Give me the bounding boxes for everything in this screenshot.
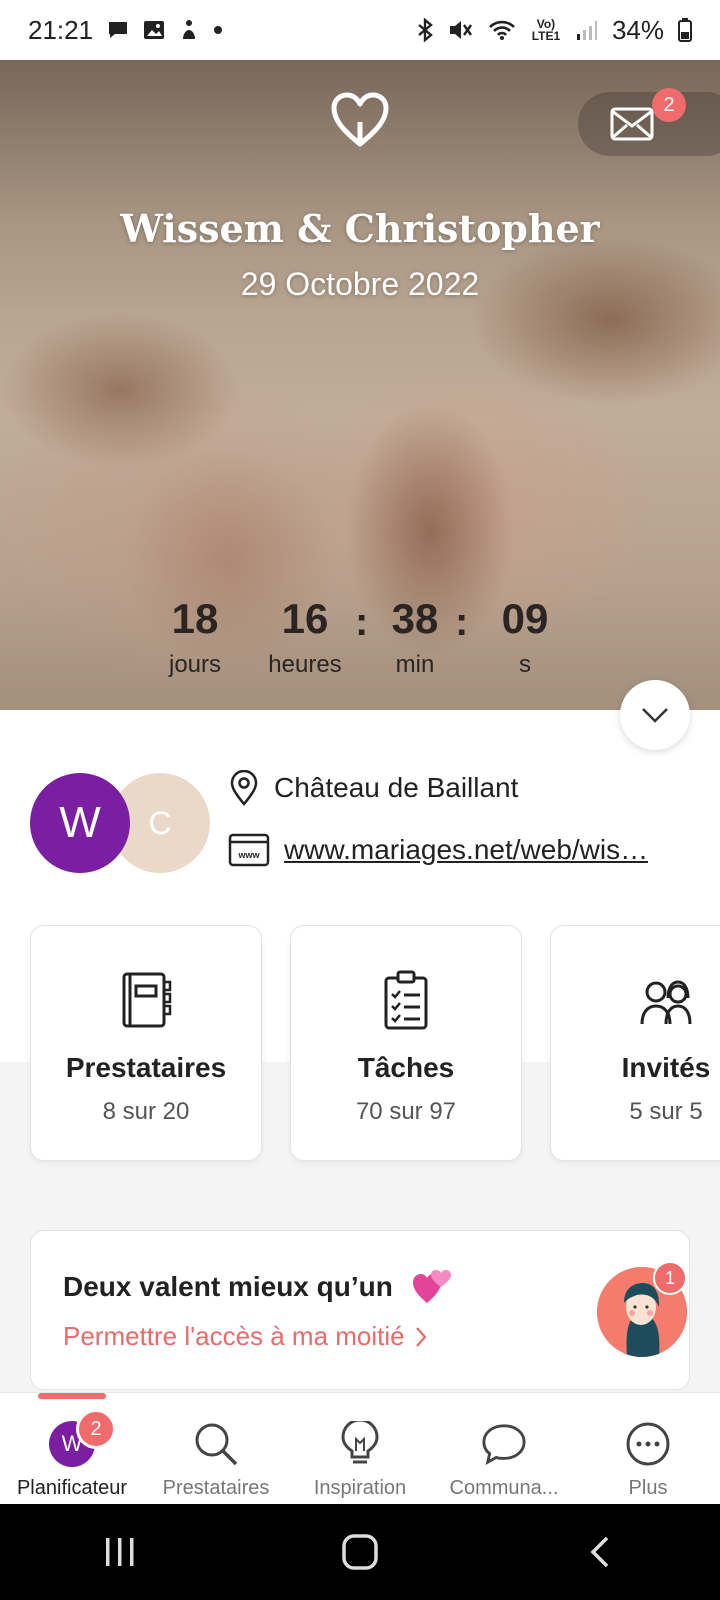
chevron-down-icon (642, 708, 668, 723)
website-icon: www (228, 833, 270, 867)
card-progress: 70 sur 97 (355, 1098, 457, 1125)
hero-banner: 2 Wissem & Christopher 29 Octobre 2022 1… (0, 60, 720, 710)
wedding-date: 29 Octobre 2022 (240, 266, 480, 302)
accessibility-icon (179, 19, 199, 41)
message-icon (107, 20, 129, 40)
inbox-badge: 2 (652, 88, 686, 122)
nav-prestataires[interactable]: Prestataires (144, 1393, 288, 1500)
status-bar: 21:21 Vo) LTE1 34% (0, 0, 720, 60)
nav-label: Prestataires (162, 1477, 270, 1499)
countdown-value: 09 (501, 595, 549, 642)
card-taches[interactable]: Tâches 70 sur 97 (290, 925, 522, 1161)
website-link[interactable]: www.mariages.net/web/wis… (284, 834, 648, 866)
bluetooth-icon (416, 18, 434, 42)
nav-notification-badge: 2 (76, 1409, 116, 1449)
countdown-label: s (519, 651, 531, 678)
countdown-days: 18 jours (150, 595, 240, 679)
partner-banner-title: Deux valent mieux qu’un (63, 1269, 453, 1305)
partner-invite-banner[interactable]: Deux valent mieux qu’un Permettre l'accè… (30, 1230, 690, 1390)
nav-label: Communa... (449, 1477, 559, 1499)
network-label: Vo) LTE1 (531, 17, 561, 43)
website-icon-text: www (237, 850, 260, 860)
card-title: Invités (621, 1052, 711, 1083)
card-prestataires[interactable]: Prestataires 8 sur 20 (30, 925, 262, 1161)
app-screen: 21:21 Vo) LTE1 34% 2 Wissem & Christophe… (0, 0, 720, 1600)
mail-icon (610, 107, 654, 141)
couple-name: Wissem & Christopher (120, 206, 600, 251)
countdown-value: 18 (171, 595, 219, 642)
location-pin-icon (230, 770, 258, 806)
chat-bubble-icon (482, 1424, 526, 1466)
countdown-separator: : (455, 600, 469, 644)
status-time: 21:21 (28, 14, 94, 45)
card-title: Tâches (357, 1052, 455, 1083)
gallery-icon (143, 20, 165, 40)
venue-name: Château de Baillant (274, 772, 519, 803)
signal-icon (576, 19, 598, 41)
countdown-label: min (395, 651, 435, 678)
card-progress: 5 sur 5 (629, 1098, 703, 1125)
partner-access-link-text: Permettre l'accès à ma moitié (63, 1321, 405, 1351)
battery-percent: 34% (611, 14, 664, 45)
partner-notification-badge: 1 (653, 1261, 687, 1295)
wifi-icon (488, 19, 516, 41)
search-icon (195, 1423, 238, 1466)
partner-banner-title-text: Deux valent mieux qu’un (63, 1271, 393, 1302)
active-tab-indicator (38, 1393, 106, 1399)
countdown-value: 16 (281, 595, 329, 642)
inbox-button[interactable] (578, 92, 720, 156)
countdown-label: jours (168, 651, 222, 678)
status-right: Vo) LTE1 34% (416, 15, 692, 46)
guests-icon (640, 980, 692, 1025)
nav-label: Inspiration (313, 1477, 407, 1499)
card-title: Prestataires (65, 1052, 227, 1083)
nav-label: Planificateur (16, 1477, 128, 1499)
nav-plus[interactable]: Plus (576, 1393, 720, 1500)
vendor-notebook-icon (122, 972, 172, 1028)
mute-icon (448, 18, 474, 42)
partner-access-link[interactable]: Permettre l'accès à ma moitié (63, 1321, 427, 1352)
home-icon (342, 1534, 378, 1570)
venue-row[interactable]: Château de Baillant (228, 770, 518, 806)
recent-apps-button[interactable] (60, 1517, 180, 1587)
expand-button[interactable] (620, 680, 690, 750)
checklist-icon (384, 970, 428, 1030)
system-navigation-bar (0, 1504, 720, 1600)
bottom-navigation: W 2 Planificateur Prestataires Inspirati… (0, 1392, 720, 1504)
card-progress: 8 sur 20 (102, 1098, 190, 1125)
avatar-partner-1[interactable]: W (30, 773, 130, 873)
nav-label: Plus (628, 1477, 668, 1499)
back-button[interactable] (540, 1517, 660, 1587)
back-icon (590, 1536, 609, 1568)
home-button[interactable] (300, 1517, 420, 1587)
website-row[interactable]: www www.mariages.net/web/wis… (228, 833, 648, 867)
lightbulb-icon (341, 1421, 379, 1464)
countdown-hours: 16 heures (260, 595, 350, 679)
notification-dot-icon (213, 25, 223, 35)
recent-apps-icon (106, 1538, 134, 1566)
more-icon (626, 1422, 670, 1466)
hearts-icon (412, 1270, 451, 1303)
nav-inspiration[interactable]: Inspiration (288, 1393, 432, 1500)
countdown-minutes: 38 min (370, 595, 460, 679)
countdown-label: heures (268, 651, 342, 678)
countdown-separator: : (355, 600, 369, 644)
heart-logo-icon (331, 92, 389, 147)
battery-icon (678, 18, 692, 42)
card-invites[interactable]: Invités 5 sur 5 (550, 925, 720, 1161)
countdown-value: 38 (391, 595, 439, 642)
chevron-right-icon (415, 1326, 427, 1347)
nav-communaute[interactable]: Communa... (432, 1393, 576, 1500)
status-left: 21:21 (28, 15, 223, 46)
nav-planificateur[interactable]: W 2 Planificateur (0, 1393, 144, 1500)
countdown-seconds: 09 s (480, 595, 570, 679)
